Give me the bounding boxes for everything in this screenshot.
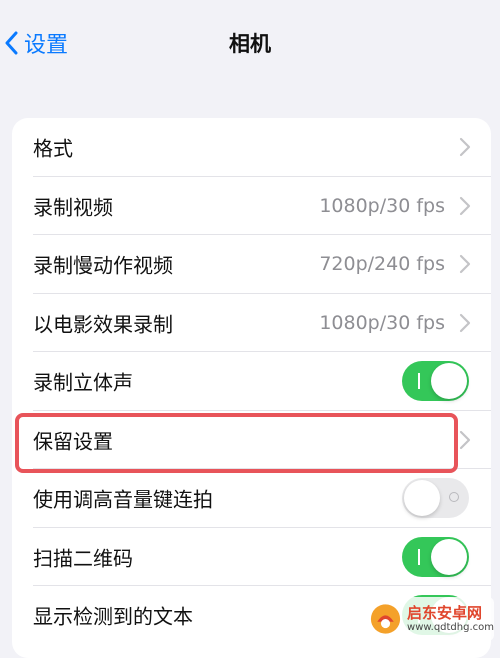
toggle-knob bbox=[404, 480, 440, 517]
row-scan-qr: 扫描二维码 bbox=[12, 528, 491, 586]
watermark-logo-icon bbox=[370, 604, 401, 634]
watermark: 启东安卓网 www.qdtdhg.com bbox=[366, 597, 494, 641]
watermark-url: www.qdtdhg.com bbox=[407, 621, 494, 633]
toggle-knob bbox=[431, 538, 467, 575]
row-value: 720p/240 fps bbox=[319, 253, 445, 276]
toggle-knob bbox=[431, 363, 467, 400]
chevron-right-icon bbox=[459, 255, 471, 274]
row-label: 以电影效果录制 bbox=[33, 312, 173, 337]
toggle-off-mark bbox=[449, 492, 459, 503]
row-format[interactable]: 格式 bbox=[12, 118, 491, 177]
row-value: 1080p/30 fps bbox=[319, 194, 445, 217]
row-label: 扫描二维码 bbox=[33, 546, 133, 571]
row-record-video[interactable]: 录制视频 1080p/30 fps bbox=[12, 177, 491, 235]
settings-list: 格式 录制视频 1080p/30 fps 录制慢动作视频 720p/240 fp… bbox=[12, 118, 491, 658]
row-record-slow-motion[interactable]: 录制慢动作视频 720p/240 fps bbox=[12, 235, 491, 294]
row-preserve-settings[interactable]: 保留设置 bbox=[12, 411, 491, 469]
row-label: 保留设置 bbox=[33, 429, 113, 454]
toggle-on-mark bbox=[418, 548, 420, 565]
volume-burst-toggle[interactable] bbox=[402, 478, 469, 519]
chevron-right-icon bbox=[459, 430, 471, 449]
navigation-bar: 设置 相机 bbox=[0, 0, 500, 86]
chevron-right-icon bbox=[459, 138, 471, 157]
row-label: 格式 bbox=[33, 136, 73, 161]
chevron-right-icon bbox=[459, 313, 471, 332]
row-cinematic[interactable]: 以电影效果录制 1080p/30 fps bbox=[12, 294, 491, 352]
row-volume-burst: 使用调高音量键连拍 bbox=[12, 469, 491, 528]
row-label: 显示检测到的文本 bbox=[33, 604, 193, 629]
page-title: 相机 bbox=[229, 32, 271, 56]
chevron-right-icon bbox=[459, 196, 471, 215]
row-label: 使用调高音量键连拍 bbox=[33, 487, 213, 512]
row-label: 录制立体声 bbox=[33, 370, 133, 395]
row-stereo-recording: 录制立体声 bbox=[12, 352, 491, 411]
scan-qr-toggle[interactable] bbox=[402, 536, 469, 577]
row-value: 1080p/30 fps bbox=[319, 311, 445, 334]
watermark-title: 启东安卓网 bbox=[407, 604, 483, 623]
stereo-recording-toggle[interactable] bbox=[402, 361, 469, 402]
row-label: 录制视频 bbox=[33, 195, 113, 220]
row-label: 录制慢动作视频 bbox=[33, 253, 173, 278]
toggle-on-mark bbox=[418, 373, 420, 390]
